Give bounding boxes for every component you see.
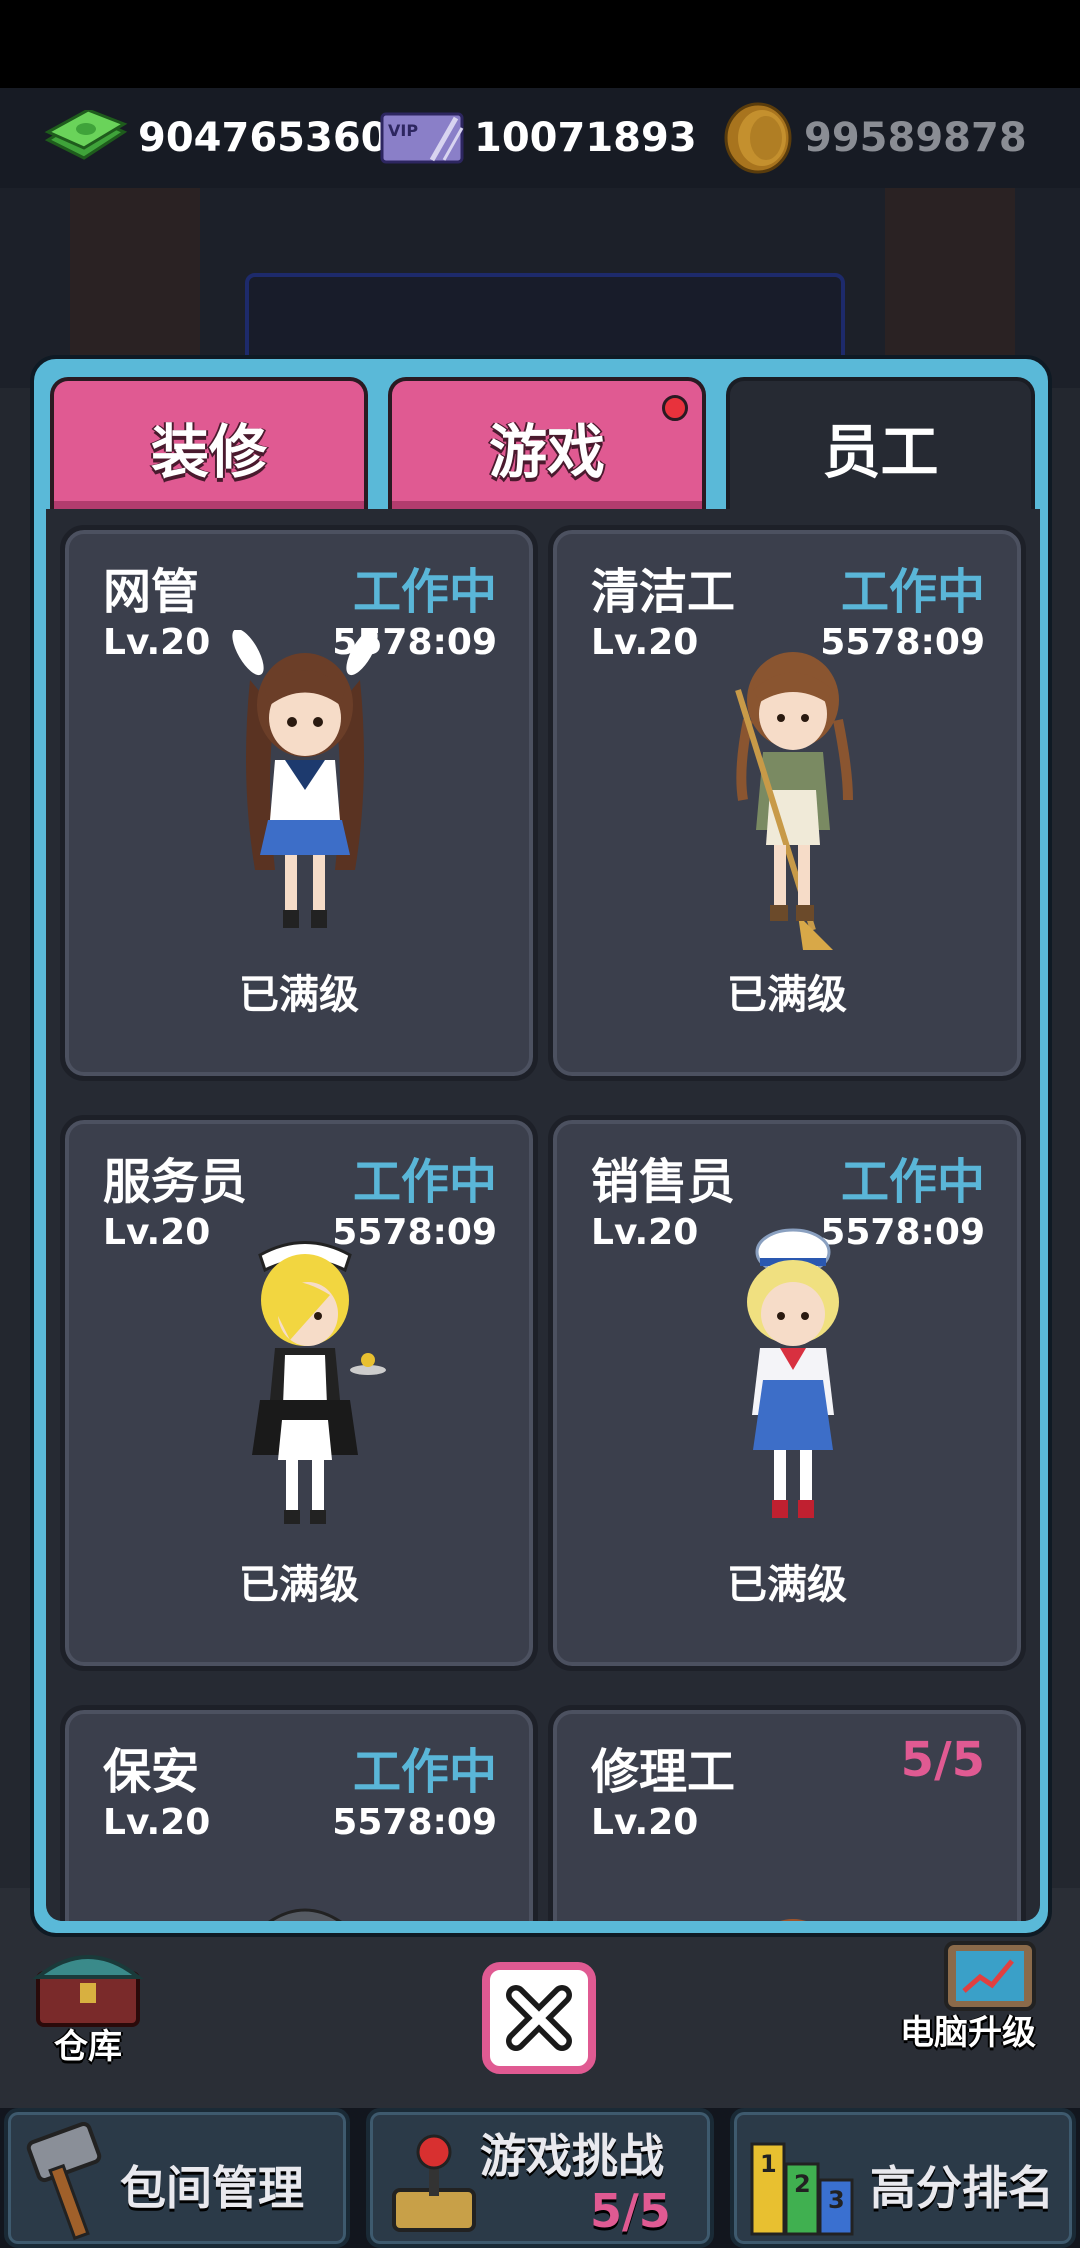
max-level-label: 已满级: [727, 972, 847, 1018]
cleaner-character-sprite: [735, 652, 853, 950]
salesperson-character-sprite: [747, 1228, 839, 1518]
pc-upgrade-label: 电脑升级: [900, 2013, 1036, 2053]
staff-level: Lv.20: [103, 622, 211, 663]
staff-card-salesperson[interactable]: 销售员 工作中 Lv.20 5578:09 已满级: [548, 1115, 1026, 1671]
staff-level: Lv.20: [103, 1212, 211, 1253]
repairman-character-sprite: [779, 1919, 807, 1921]
staff-level: Lv.20: [591, 1802, 699, 1843]
cash-stack-icon: [44, 110, 128, 160]
max-level-label: 已满级: [239, 1562, 359, 1608]
coin-value: 99589878: [804, 115, 1027, 161]
staff-name: 清洁工: [591, 564, 736, 620]
staff-name: 服务员: [103, 1154, 248, 1210]
staff-name: 网管: [103, 564, 200, 620]
staff-name: 销售员: [591, 1154, 736, 1210]
tab-games[interactable]: 游戏: [388, 377, 706, 513]
panel-tabs: 装修 游戏 员工: [50, 377, 1035, 513]
resource-bar: 904765360 VIP 10071893 99589878: [0, 88, 1080, 188]
podium-rank-3: 3: [828, 2186, 845, 2214]
pc-upgrade-button[interactable]: 电脑升级: [900, 1935, 1070, 2075]
gold-coin-icon: [724, 102, 792, 174]
vip-value: 10071893: [474, 115, 697, 161]
game-challenge-label: 游戏挑战: [480, 2129, 664, 2183]
game-challenge-count: 5/5: [590, 2184, 671, 2238]
status-bar: [0, 0, 1080, 88]
room-manage-label: 包间管理: [120, 2161, 304, 2215]
staff-card-cleaner[interactable]: 清洁工 工作中 Lv.20 5578:09 已满级: [548, 525, 1026, 1081]
warehouse-label: 仓库: [54, 2027, 122, 2067]
podium-rank-2: 2: [794, 2170, 811, 2198]
max-level-label: 已满级: [239, 972, 359, 1018]
hammer-icon: [26, 2122, 102, 2241]
joystick-icon: [392, 2134, 476, 2232]
staff-name: 修理工: [591, 1744, 736, 1800]
leaderboard-label: 高分排名: [870, 2161, 1054, 2215]
tab-staff[interactable]: 员工: [726, 377, 1035, 513]
staff-count: 5/5: [900, 1732, 985, 1788]
staff-status: 工作中: [840, 564, 985, 620]
staff-status: 工作中: [352, 1154, 497, 1210]
staff-list[interactable]: 网管 工作中 Lv.20 5578:09 已满级 清洁工 工作中 Lv.20 5…: [46, 509, 1040, 1921]
vip-counter: VIP 10071893: [380, 106, 697, 170]
staff-level: Lv.20: [591, 1212, 699, 1253]
staff-level: Lv.20: [103, 1802, 211, 1843]
cash-value: 904765360: [138, 115, 389, 161]
tab-label: 员工: [822, 418, 939, 486]
staff-level: Lv.20: [591, 622, 699, 663]
leaderboard-button[interactable]: 1 2 3 高分排名: [730, 2108, 1076, 2248]
staff-status: 工作中: [840, 1154, 985, 1210]
staff-card-security[interactable]: 保安 工作中 Lv.20 5578:09: [60, 1705, 538, 1921]
staff-name: 保安: [103, 1744, 200, 1800]
waiter-character-sprite: [252, 1241, 386, 1524]
vip-card-icon: VIP: [380, 112, 464, 164]
staff-status: 工作中: [352, 1744, 497, 1800]
tab-label: 装修: [150, 418, 267, 486]
max-level-label: 已满级: [727, 1562, 847, 1608]
vip-badge-text: VIP: [388, 121, 418, 140]
game-challenge-button[interactable]: 游戏挑战 5/5: [366, 2108, 714, 2248]
staff-card-waiter[interactable]: 服务员 工作中 Lv.20 5578:09 已满级: [60, 1115, 538, 1671]
podium-ranking-icon: 1 2 3: [750, 2142, 854, 2236]
bottom-navigation: 包间管理 游戏挑战 5/5 1 2 3 高分排名: [0, 2108, 1080, 2248]
tab-decoration[interactable]: 装修: [50, 377, 368, 513]
netadmin-character-sprite: [232, 630, 378, 928]
room-manage-button[interactable]: 包间管理: [4, 2108, 350, 2248]
coin-counter: 99589878: [722, 102, 1027, 174]
notification-dot: [662, 395, 688, 421]
staff-card-repairman[interactable]: 修理工 5/5 Lv.20: [548, 1705, 1026, 1921]
security-character-sprite: [268, 1908, 342, 1921]
tab-label: 游戏: [488, 418, 605, 486]
warehouse-button[interactable]: 仓库: [24, 1935, 164, 2075]
staff-status: 工作中: [352, 564, 497, 620]
close-button[interactable]: [482, 1962, 596, 2074]
staff-card-netadmin[interactable]: 网管 工作中 Lv.20 5578:09 已满级: [60, 525, 538, 1081]
podium-rank-1: 1: [760, 2150, 777, 2178]
staff-panel: 装修 游戏 员工 网管 工作中 Lv.20 5578:09 已满级 清洁工 工作…: [30, 355, 1052, 1937]
cash-counter: 904765360: [44, 106, 389, 170]
close-icon: [506, 1985, 572, 2051]
